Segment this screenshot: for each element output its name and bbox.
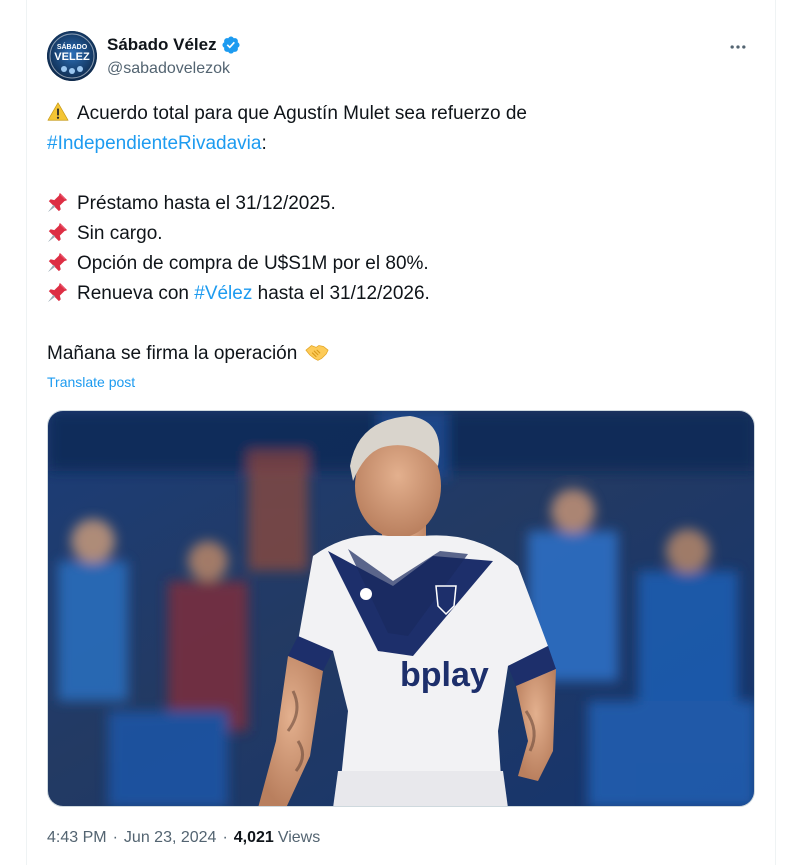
bullet-3-text: Opción de compra de U$S1M por el 80%.: [77, 253, 429, 274]
more-options-button[interactable]: [721, 32, 755, 62]
views-label: Views: [277, 829, 321, 846]
bullet-3: Opción de compra de U$S1M por el 80%.: [47, 249, 747, 279]
tweet-media-photo[interactable]: bplay: [47, 410, 755, 807]
pushpin-icon: [47, 222, 68, 243]
meta-separator: ·: [222, 829, 228, 846]
avatar[interactable]: SÁBADO VELEZ: [47, 31, 97, 81]
display-name[interactable]: Sábado Vélez: [107, 35, 217, 55]
tweet-line-2-suffix: :: [261, 133, 267, 154]
jersey-sponsor-text: bplay: [400, 656, 489, 694]
handle[interactable]: @sabadovelezok: [107, 60, 241, 78]
avatar-text-bottom: VELEZ: [54, 51, 90, 63]
meta-separator: ·: [112, 829, 118, 846]
pushpin-icon: [47, 282, 68, 303]
pushpin-icon: [47, 252, 68, 273]
closing-line: Mañana se firma la operación: [47, 339, 747, 369]
bullet-4-prefix: Renueva con: [77, 283, 195, 304]
display-name-row: Sábado Vélez: [107, 34, 241, 56]
tweet-card: SÁBADO VELEZ Sábado Vélez @sabadovelezok: [26, 0, 776, 865]
author-names: Sábado Vélez @sabadovelezok: [107, 34, 241, 78]
pushpin-icon: [47, 192, 68, 213]
hashtag-velez[interactable]: #Vélez: [194, 283, 252, 304]
more-dots-icon: [730, 45, 746, 49]
bullet-1-text: Préstamo hasta el 31/12/2025.: [77, 193, 336, 214]
tweet-meta: 4:43 PM · Jun 23, 2024 · 4,021 Views: [47, 829, 320, 847]
warning-icon: [47, 102, 69, 121]
verified-badge-icon[interactable]: [221, 35, 241, 55]
tweet-date[interactable]: Jun 23, 2024: [124, 829, 217, 847]
views-count[interactable]: 4,021: [234, 829, 274, 847]
tweet-time[interactable]: 4:43 PM: [47, 829, 107, 847]
bullet-1: Préstamo hasta el 31/12/2025.: [47, 189, 747, 219]
tweet-line-1-text: Acuerdo total para que Agustín Mulet sea…: [77, 103, 527, 124]
tweet-header: SÁBADO VELEZ Sábado Vélez @sabadovelezok: [47, 30, 755, 84]
tweet-line-2: #IndependienteRivadavia:: [47, 129, 747, 159]
bullet-4: Renueva con #Vélez hasta el 31/12/2026.: [47, 279, 747, 309]
hashtag-independiente-rivadavia[interactable]: #IndependienteRivadavia: [47, 133, 261, 154]
bullet-4-suffix: hasta el 31/12/2026.: [252, 283, 430, 304]
avatar-logo-icon: SÁBADO VELEZ: [47, 31, 97, 81]
bullet-2-text: Sin cargo.: [77, 223, 163, 244]
player-photo: bplay: [48, 411, 754, 806]
tweet-line-1: Acuerdo total para que Agustín Mulet sea…: [47, 99, 747, 129]
translate-post-link[interactable]: Translate post: [47, 374, 135, 390]
closing-text: Mañana se firma la operación: [47, 343, 298, 364]
tweet-text: Acuerdo total para que Agustín Mulet sea…: [47, 99, 747, 369]
bullet-2: Sin cargo.: [47, 219, 747, 249]
avatar-text-top: SÁBADO: [57, 42, 88, 51]
handshake-icon: [305, 345, 329, 361]
